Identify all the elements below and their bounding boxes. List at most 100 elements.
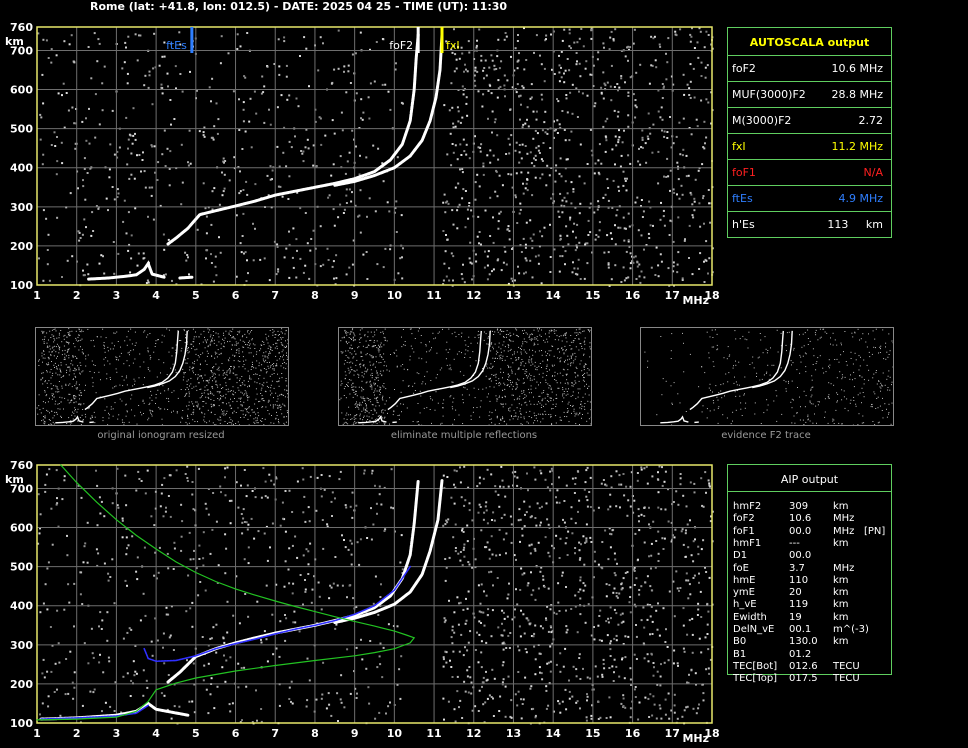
thumb-noise-dot: [488, 393, 489, 395]
thumb-original: [35, 327, 289, 426]
thumb-noise-dot: [189, 369, 191, 371]
thumb-noise-dot: [734, 330, 736, 332]
top-noise-dot: [351, 191, 353, 194]
thumb-noise-dot: [516, 384, 518, 386]
thumb-noise-dot: [232, 401, 234, 403]
thumb-noise-dot: [345, 397, 347, 399]
top-noise-dot: [147, 281, 150, 284]
thumb-noise-dot: [270, 422, 272, 424]
thumb-noise-dot: [369, 364, 371, 366]
thumb-noise-dot: [240, 391, 242, 393]
thumb-noise-dot: [501, 396, 503, 398]
thumb-noise-dot: [89, 417, 91, 419]
top-noise-dot: [86, 263, 89, 266]
thumb-noise-dot: [581, 417, 582, 419]
bottom-noise-dot: [559, 670, 562, 673]
top-noise-dot: [607, 199, 610, 202]
thumb-noise-dot: [250, 352, 252, 354]
top-noise-dot: [285, 165, 288, 168]
bottom-noise-dot: [524, 648, 527, 650]
top-x-tick: 17: [665, 289, 680, 302]
thumb-noise-dot: [671, 333, 673, 335]
thumb-noise-dot: [232, 420, 233, 422]
thumb-noise-dot: [53, 355, 55, 357]
thumb-noise-dot: [212, 374, 214, 376]
thumb-noise-dot: [278, 385, 280, 387]
thumb-noise-dot: [183, 373, 185, 375]
top-noise-dot: [691, 273, 694, 276]
thumb-noise-dot: [543, 390, 545, 391]
thumb-noise-dot: [340, 397, 342, 399]
thumb-noise-dot: [161, 424, 163, 426]
thumb-noise-dot: [671, 424, 673, 426]
thumb-noise-dot: [233, 337, 235, 339]
thumb-noise-dot: [162, 385, 164, 387]
thumb-noise-dot: [85, 355, 87, 357]
top-noise-dot: [219, 251, 222, 254]
bottom-noise-dot: [606, 634, 609, 637]
top-noise-dot: [269, 165, 272, 168]
thumb-noise-dot: [566, 373, 568, 375]
thumb-noise-dot: [851, 332, 853, 334]
top-noise-dot: [541, 98, 544, 101]
thumb-noise-dot: [44, 390, 46, 391]
thumb-noise-dot: [464, 387, 466, 389]
bottom-noise-dot: [59, 714, 62, 717]
thumb-noise-dot: [490, 343, 492, 345]
top-noise-dot: [500, 269, 503, 272]
thumb-noise-dot: [242, 356, 244, 358]
top-noise-dot: [495, 169, 498, 172]
thumb-noise-dot: [203, 416, 205, 418]
thumb-noise-dot: [276, 411, 277, 413]
thumb-noise-dot: [342, 423, 344, 425]
thumb-noise-dot: [253, 411, 255, 413]
top-noise-dot: [550, 33, 552, 36]
thumb-noise-dot: [373, 363, 375, 365]
top-noise-dot: [395, 231, 398, 233]
thumb-noise-dot: [340, 380, 342, 382]
thumb-noise-dot: [345, 331, 347, 333]
top-noise-dot: [682, 73, 685, 76]
thumb-noise-dot: [461, 394, 463, 396]
thumb-noise-dot: [828, 367, 830, 369]
thumb-noise-dot: [370, 401, 372, 403]
top-noise-dot: [458, 203, 461, 206]
thumb-noise-dot: [221, 363, 223, 364]
top-noise-dot: [382, 266, 385, 269]
thumb-noise-dot: [49, 397, 50, 399]
top-noise-dot: [239, 170, 241, 173]
thumb-noise-dot: [82, 353, 84, 355]
top-noise-dot: [621, 141, 624, 144]
thumb-noise-dot: [202, 352, 204, 354]
thumb-noise-dot: [248, 340, 250, 342]
thumb-noise-dot: [363, 415, 365, 417]
top-x-tick: 3: [113, 289, 121, 302]
top-noise-dot: [362, 253, 365, 256]
thumb-noise-dot: [859, 339, 860, 341]
top-noise-dot: [367, 96, 370, 99]
thumb-noise-dot: [743, 394, 745, 396]
thumb-noise-dot: [521, 345, 523, 347]
top-noise-dot: [123, 199, 126, 202]
thumb-noise-dot: [817, 357, 819, 359]
top-noise-dot: [693, 209, 696, 212]
top-noise-dot: [607, 187, 610, 189]
thumb-noise-dot: [235, 423, 237, 424]
thumb-noise-dot: [125, 415, 127, 417]
thumb-noise-dot: [744, 407, 746, 409]
thumb-noise-dot: [147, 419, 149, 421]
bottom-noise-dot: [225, 547, 228, 550]
top-noise-dot: [70, 34, 73, 37]
top-noise-dot: [74, 147, 77, 150]
thumb-noise-dot: [766, 409, 768, 411]
top-y-tick: 760: [10, 21, 33, 34]
thumb-noise-dot: [713, 409, 715, 411]
top-noise-dot: [498, 67, 501, 70]
top-noise-dot: [593, 172, 596, 175]
bottom-noise-dot: [370, 507, 372, 510]
top-noise-dot: [266, 174, 269, 177]
top-noise-dot: [607, 266, 610, 269]
thumb-noise-dot: [198, 336, 200, 338]
thumb-noise-dot: [754, 402, 756, 404]
top-noise-dot: [693, 96, 696, 99]
